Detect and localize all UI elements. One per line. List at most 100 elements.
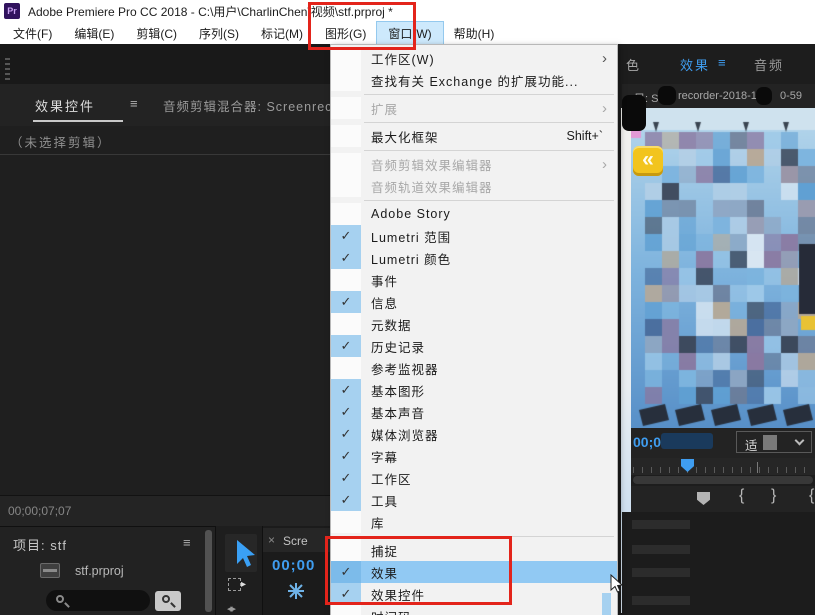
menu-item-label: 时间码 (361, 607, 617, 615)
window-menu-item-5[interactable]: 最大化框架Shift+` (331, 125, 617, 147)
window-menu-item-20[interactable]: ✓媒体浏览器 (331, 423, 617, 445)
program-timecode[interactable]: 00;0 (633, 434, 661, 450)
program-title-fragment: 0-59 (780, 90, 802, 102)
find-button[interactable] (155, 591, 181, 611)
menubar-item[interactable]: 窗口(W) (377, 22, 442, 44)
menu-gutter (331, 357, 361, 379)
project-panel: 项目: stf ≡ stf.prproj (0, 526, 215, 615)
effect-controls-body: （未选择剪辑） (0, 126, 332, 495)
menu-item-label: 最大化框架 (361, 127, 567, 146)
window-menu-item-16[interactable]: ✓历史记录 (331, 335, 617, 357)
menubar-item[interactable]: 图形(G) (314, 22, 377, 44)
timeline-timecode[interactable]: 00;00 (272, 557, 315, 574)
search-input[interactable] (46, 590, 150, 611)
window-menu-item-18[interactable]: ✓基本图形 (331, 379, 617, 401)
window-menu-item-0[interactable]: 工作区(W)› (331, 47, 617, 69)
window-menu-item-1[interactable]: 查找有关 Exchange 的扩展功能... (331, 69, 617, 91)
window-menu-item-13[interactable]: 事件 (331, 269, 617, 291)
timeline-panel: × Scre 00;00 (262, 526, 332, 615)
window-menu-item-23[interactable]: ✓工具 (331, 489, 617, 511)
panel-menu-icon[interactable]: ≡ (718, 55, 726, 70)
panel-menu-icon[interactable]: ≡ (183, 535, 191, 550)
panel-grip-handle[interactable] (5, 58, 10, 82)
window-menu-item-28[interactable]: ✓效果控件 (331, 583, 617, 605)
menubar-item[interactable]: 标记(M) (250, 22, 314, 44)
timeline-tab[interactable]: × Scre (263, 528, 333, 552)
active-tab-underline (33, 120, 123, 122)
menu-item-label: Lumetri 颜色 (361, 249, 617, 268)
close-icon[interactable]: × (268, 533, 275, 547)
mark-in-icon[interactable]: { (809, 487, 814, 505)
tab-audio-clip-mixer[interactable]: 音频剪辑混合器: Screenrecorder-2 (163, 96, 332, 115)
window-menu-item-12[interactable]: ✓Lumetri 颜色 (331, 247, 617, 269)
window-menu-item-17[interactable]: 参考监视器 (331, 357, 617, 379)
mark-in-icon[interactable]: { (739, 487, 744, 505)
censor-blob (756, 87, 772, 105)
menu-gutter (331, 47, 361, 69)
menu-scrollbar[interactable] (602, 593, 611, 615)
window-menu-item-22[interactable]: ✓工作区 (331, 467, 617, 489)
project-file-item[interactable]: stf.prproj (75, 564, 124, 578)
panel-menu-icon[interactable]: ≡ (130, 96, 138, 111)
window-menu-item-7[interactable]: 音频剪辑效果编辑器› (331, 153, 617, 175)
tools-panel: ▸ ◂▸ (215, 526, 262, 615)
tab-lumetri-color-partial[interactable]: 色 (626, 55, 639, 74)
submenu-arrow-icon: › (602, 156, 617, 173)
ruler-major-tick (757, 462, 758, 473)
window-menu-item-11[interactable]: ✓Lumetri 范围 (331, 225, 617, 247)
censor-blob (658, 86, 676, 105)
menubar-item[interactable]: 帮助(H) (443, 22, 506, 44)
censor-blob (763, 435, 777, 450)
mark-out-icon[interactable]: } (771, 487, 776, 505)
selection-tool-button[interactable] (225, 534, 257, 572)
window-menu-item-15[interactable]: 元数据 (331, 313, 617, 335)
tab-effect-controls[interactable]: 效果控件 (35, 96, 95, 115)
menu-item-label: 历史记录 (361, 337, 617, 356)
menu-separator (331, 197, 617, 203)
censor-blob (661, 433, 713, 449)
menubar-item[interactable]: 序列(S) (188, 22, 250, 44)
menubar-item[interactable]: 编辑(E) (63, 22, 125, 44)
menu-item-label: 库 (361, 513, 617, 532)
menu-separator (331, 533, 617, 539)
window-menu-item-21[interactable]: ✓字幕 (331, 445, 617, 467)
fit-dropdown[interactable]: 适 (736, 431, 812, 453)
track-strip (632, 545, 690, 554)
window-menu-item-24[interactable]: 库 (331, 511, 617, 533)
menu-item-label: 参考监视器 (361, 359, 617, 378)
program-title-fragment: recorder-2018-10 (678, 90, 763, 102)
program-time-ruler[interactable] (631, 458, 815, 475)
menubar-item[interactable]: 文件(F) (2, 22, 63, 44)
project-panel-scrollbar[interactable] (205, 530, 212, 612)
checkmark-icon: ✓ (331, 489, 361, 511)
checkmark-icon: ✓ (331, 247, 361, 269)
menu-item-label: 字幕 (361, 447, 617, 466)
mouse-cursor-icon (610, 574, 626, 594)
snap-icon[interactable] (287, 582, 305, 600)
window-menu-item-10[interactable]: Adobe Story (331, 203, 617, 225)
project-file-icon (40, 563, 60, 578)
window-menu-item-26[interactable]: 捕捉 (331, 539, 617, 561)
checkmark-icon: ✓ (331, 583, 361, 605)
ruler-ticks (633, 467, 813, 473)
checkmark-icon: ✓ (331, 445, 361, 467)
add-marker-icon[interactable] (697, 492, 710, 505)
menu-separator (331, 147, 617, 153)
window-menu-item-19[interactable]: ✓基本声音 (331, 401, 617, 423)
window-menu-item-14[interactable]: ✓信息 (331, 291, 617, 313)
window-menu-item-29[interactable]: 时间码 (331, 605, 617, 615)
window-menu-item-27[interactable]: ✓效果 (331, 561, 617, 583)
tab-effects[interactable]: 效果 (680, 55, 710, 74)
program-scrollbar[interactable] (633, 476, 813, 484)
tab-audio[interactable]: 音频 (754, 55, 784, 74)
tab-project[interactable]: 项目: stf (13, 535, 67, 554)
ripple-edit-tool-icon[interactable]: ◂▸ (227, 602, 234, 615)
checkmark-icon: ✓ (331, 423, 361, 445)
track-select-tool-icon[interactable] (228, 578, 241, 591)
window-menu-item-3[interactable]: 扩展› (331, 97, 617, 119)
submenu-arrow-icon: › (602, 100, 617, 117)
menu-item-label: 信息 (361, 293, 617, 312)
right-panel-tabs: 色 效果 ≡ 音频 (622, 44, 815, 84)
window-menu-item-8[interactable]: 音频轨道效果编辑器 (331, 175, 617, 197)
menubar-item[interactable]: 剪辑(C) (125, 22, 188, 44)
